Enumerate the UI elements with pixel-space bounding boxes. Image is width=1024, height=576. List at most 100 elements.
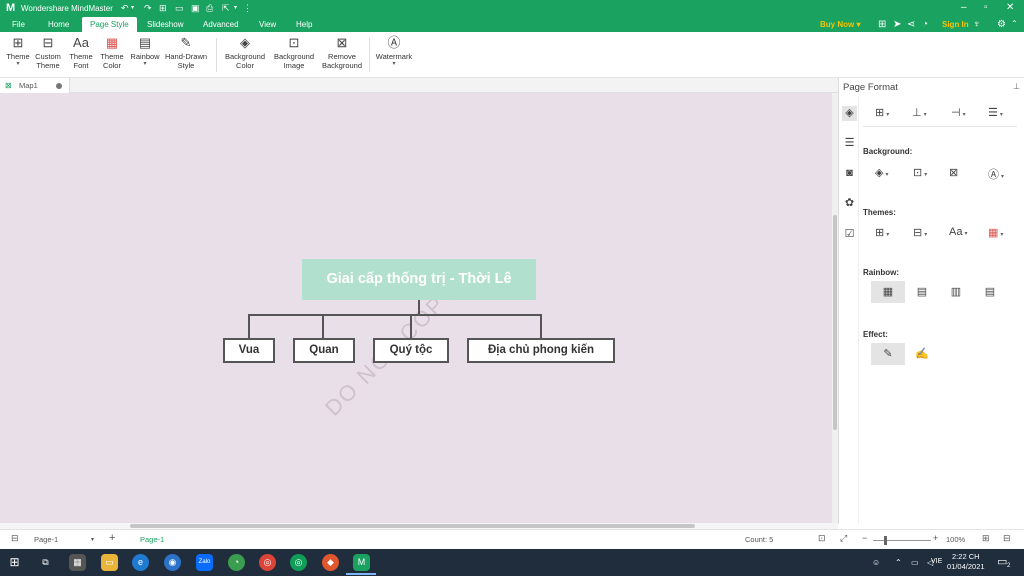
redo-icon[interactable]: ↷ xyxy=(144,3,152,13)
unsaved-dot-icon[interactable] xyxy=(56,83,62,89)
numbering-button[interactable]: ☰ ▾ xyxy=(988,106,1003,119)
zalo-icon[interactable]: Zalo xyxy=(196,554,213,571)
background-color-button[interactable]: ◈ Background Color xyxy=(223,36,267,71)
file-explorer-icon[interactable]: ▭ xyxy=(101,554,118,571)
zoom-out-icon[interactable]: − xyxy=(862,533,867,543)
page-tab[interactable]: Page-1 xyxy=(140,535,164,544)
fit-width-icon[interactable]: ⊞ xyxy=(982,533,990,544)
chevron-down-icon[interactable]: ▾ xyxy=(91,536,94,543)
add-page-icon[interactable]: + xyxy=(109,532,115,544)
menu-help[interactable]: Help xyxy=(288,17,320,32)
layout-grid-button[interactable]: ⊞ ▾ xyxy=(875,106,889,119)
messenger-icon[interactable]: ◉ xyxy=(164,554,181,571)
open-folder-icon[interactable]: ▭ xyxy=(175,3,184,13)
chrome-profile-icon[interactable]: ◎ xyxy=(290,554,307,571)
stopwatch-app-icon[interactable]: ◔ xyxy=(228,554,245,571)
menu-home[interactable]: Home xyxy=(40,17,77,32)
connector-style-button[interactable]: ⊣ ▾ xyxy=(951,106,966,119)
panel-toggle-icon[interactable]: ⊟ xyxy=(1003,533,1011,544)
people-icon[interactable]: ☺ xyxy=(872,558,880,567)
hand-drawn-style-button[interactable]: ✎ Hand-Drawn Style xyxy=(163,36,209,71)
skin-icon[interactable]: ♆ xyxy=(973,19,981,30)
outline-list-icon[interactable]: ☰ xyxy=(842,136,857,151)
themes-grid-icon[interactable]: ⊞ ▾ xyxy=(875,226,889,239)
rainbow-button[interactable]: ▤ Rainbow ▾ xyxy=(129,36,161,68)
settings-gear-icon[interactable]: ⚙ xyxy=(997,19,1006,30)
taskbar-clock[interactable]: 2:22 CH 01/04/2021 xyxy=(947,552,985,572)
send-icon[interactable]: ➤ xyxy=(893,19,901,30)
close-button[interactable]: ✕ xyxy=(1006,2,1014,13)
org-chart-button[interactable]: ⊥ ▾ xyxy=(912,106,927,119)
effect-hand-drawn-icon[interactable]: ✍ xyxy=(905,343,939,365)
tab-map1[interactable]: ⊠ Map1 xyxy=(0,78,70,93)
background-image-button[interactable]: ⊡ Background Image xyxy=(272,36,316,71)
paint-app-icon[interactable]: ◆ xyxy=(322,554,339,571)
horizontal-scroll-thumb[interactable] xyxy=(130,524,695,528)
task-icon[interactable]: ☑ xyxy=(842,227,857,242)
new-file-icon[interactable]: ⊞ xyxy=(159,3,167,13)
custom-themes-icon[interactable]: ⊟ ▾ xyxy=(913,226,927,239)
windows-start-icon[interactable]: ⊞ xyxy=(6,554,23,571)
zoom-in-icon[interactable]: + xyxy=(933,533,938,543)
edge-browser-icon[interactable]: e xyxy=(132,554,149,571)
undo-icon[interactable]: ↶ xyxy=(121,3,129,13)
custom-theme-button[interactable]: ⊟ Custom Theme xyxy=(33,36,63,71)
zoom-slider-handle[interactable] xyxy=(884,536,887,545)
tray-expand-icon[interactable]: ⌃ xyxy=(895,558,902,567)
theme-font-icon[interactable]: Aa ▾ xyxy=(949,226,967,238)
print-icon[interactable]: ⎙ xyxy=(206,3,213,13)
page-format-icon[interactable]: ◈ xyxy=(842,106,857,121)
customize-qat-icon[interactable]: ⋮ xyxy=(243,3,252,13)
subtopic-quan[interactable]: Quan xyxy=(293,338,355,363)
language-indicator[interactable]: VIE xyxy=(931,558,942,565)
theme-color-button[interactable]: ▦ Theme Color xyxy=(98,36,126,71)
action-center-icon[interactable]: ▭ xyxy=(997,555,1007,568)
zoom-level[interactable]: 100% xyxy=(946,535,965,544)
collapse-ribbon-icon[interactable]: ⌃ xyxy=(1011,19,1018,28)
theme-colors-icon[interactable]: ▦ ▾ xyxy=(988,226,1003,239)
subtopic-vua[interactable]: Vua xyxy=(223,338,275,363)
notification-bell-icon[interactable]: ◔ xyxy=(922,19,928,30)
rainbow-option-2-icon[interactable]: ▤ xyxy=(905,281,939,303)
fit-page-icon[interactable]: ⊡ xyxy=(818,533,826,544)
zoom-slider[interactable] xyxy=(873,540,931,541)
network-icon[interactable]: ▭ xyxy=(911,558,919,567)
export-icon[interactable]: ⇱ xyxy=(222,3,230,13)
subtopic-dia-chu[interactable]: Địa chủ phong kiến xyxy=(467,338,615,363)
task-view-icon[interactable]: ⧉ xyxy=(37,554,54,571)
bg-watermark-icon[interactable]: Ⓐ ▾ xyxy=(988,166,1004,182)
subtopic-quy-toc[interactable]: Quý tộc xyxy=(373,338,449,363)
mindmaster-taskbar-icon[interactable]: M xyxy=(353,554,370,571)
root-topic[interactable]: Giai cấp thống trị - Thời Lê xyxy=(302,259,536,300)
page-select[interactable]: Page-1 xyxy=(34,535,58,544)
chrome-icon[interactable]: ◎ xyxy=(259,554,276,571)
clip-art-icon[interactable]: ◙ xyxy=(842,166,857,181)
theme-font-button[interactable]: Aa Theme Font xyxy=(67,36,95,71)
watermark-button[interactable]: Ⓐ Watermark ▾ xyxy=(373,36,415,68)
minimize-button[interactable]: – xyxy=(961,2,967,13)
share-icon[interactable]: ⋖ xyxy=(907,19,915,30)
vertical-scroll-thumb[interactable] xyxy=(833,215,837,430)
bg-remove-icon[interactable]: ⊠ xyxy=(949,166,958,179)
menu-slideshow[interactable]: Slideshow xyxy=(139,17,191,32)
undo-dropdown-icon[interactable]: ▾ xyxy=(131,3,134,13)
export-dropdown-icon[interactable]: ▾ xyxy=(234,3,237,13)
bg-image-icon[interactable]: ⊡ ▾ xyxy=(913,166,927,179)
rainbow-option-4-icon[interactable]: ▤ xyxy=(973,281,1007,303)
rainbow-option-1-icon[interactable]: ▦ xyxy=(871,281,905,303)
fullscreen-icon[interactable]: ⤢ xyxy=(840,533,847,544)
buy-now-link[interactable]: Buy Now ▾ xyxy=(820,20,860,29)
menu-advanced[interactable]: Advanced xyxy=(195,17,247,32)
sign-in-link[interactable]: Sign In xyxy=(942,20,969,29)
layout-icon[interactable]: ⊞ xyxy=(878,19,886,30)
mindmap-canvas[interactable]: DO NOT COPY Giai cấp thống trị - Thời Lê… xyxy=(0,93,832,523)
theme-button[interactable]: ⊞ Theme ▾ xyxy=(5,36,31,68)
symbols-icon[interactable]: ✿ xyxy=(842,196,857,211)
menu-view[interactable]: View xyxy=(251,17,284,32)
calculator-icon[interactable]: ▦ xyxy=(69,554,86,571)
pin-icon[interactable]: ⊥ xyxy=(1013,82,1020,91)
menu-file[interactable]: File xyxy=(4,17,33,32)
bg-fill-icon[interactable]: ◈ ▾ xyxy=(875,166,888,179)
effect-normal-icon[interactable]: ✎ xyxy=(871,343,905,365)
maximize-button[interactable]: ▫ xyxy=(984,2,988,13)
